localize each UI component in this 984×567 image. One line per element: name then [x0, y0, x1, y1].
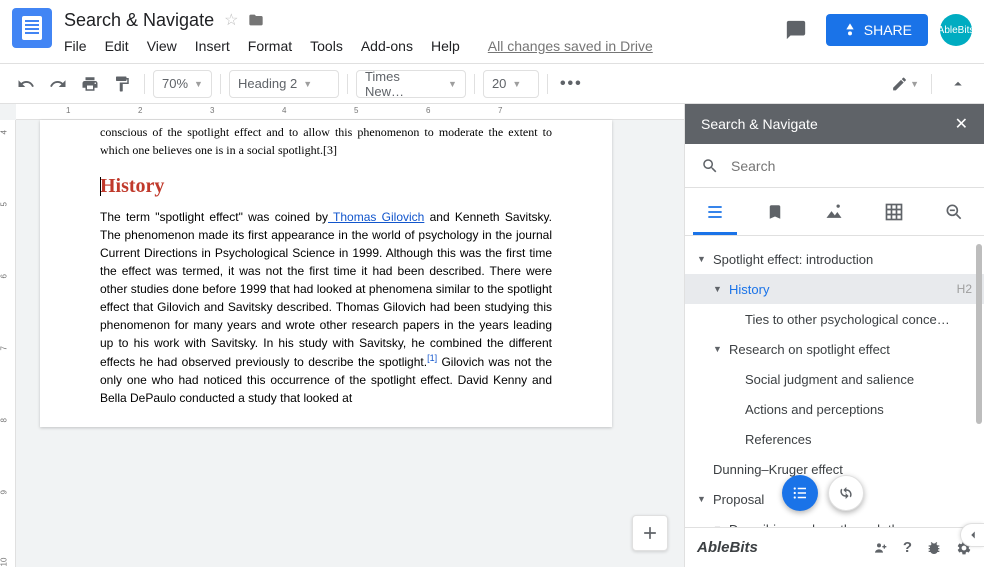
citation[interactable]: [1]: [427, 353, 437, 363]
body-text[interactable]: The term "spotlight effect" was coined b…: [100, 208, 552, 407]
outline-item[interactable]: ▼ Research on spotlight effect: [685, 334, 984, 364]
tab-headings[interactable]: [685, 188, 745, 235]
save-status[interactable]: All changes saved in Drive: [488, 38, 653, 54]
horizontal-ruler[interactable]: 1 2 3 4 5 6 7: [16, 104, 684, 120]
menu-edit[interactable]: Edit: [105, 38, 129, 54]
ruler-tick: 7: [498, 106, 502, 115]
heading-level: H2: [957, 282, 972, 296]
comments-button[interactable]: [778, 12, 814, 48]
outline-label: Actions and perceptions: [745, 402, 972, 417]
menu-file[interactable]: File: [64, 38, 87, 54]
outline-item[interactable]: ▼ Describing a plane through three …: [685, 514, 984, 527]
scrollbar-thumb[interactable]: [976, 244, 982, 424]
ruler-tick: 5: [0, 202, 9, 206]
ruler-tick: 6: [0, 274, 9, 278]
outline-label: History: [729, 282, 951, 297]
font-size-select[interactable]: 20▼: [483, 70, 539, 98]
ruler-tick: 1: [66, 106, 70, 115]
heading-history[interactable]: History: [100, 175, 552, 198]
document-title[interactable]: Search & Navigate: [64, 10, 214, 31]
editing-mode-button[interactable]: ▼: [891, 70, 919, 98]
menu-bar: File Edit View Insert Format Tools Add-o…: [64, 38, 778, 54]
sidebar-footer: AbleBits ?: [685, 527, 984, 567]
tab-tables[interactable]: [864, 188, 924, 235]
share-icon[interactable]: [873, 540, 889, 556]
zoom-select[interactable]: 70%▼: [153, 70, 212, 98]
paint-format-button[interactable]: [108, 70, 136, 98]
outline-label: Research on spotlight effect: [729, 342, 972, 357]
help-icon[interactable]: ?: [903, 539, 912, 556]
bug-icon[interactable]: [926, 540, 942, 556]
star-icon[interactable]: ☆: [224, 10, 238, 30]
tab-bookmarks[interactable]: [745, 188, 805, 235]
collapse-side-panel-button[interactable]: [960, 523, 984, 547]
outline-label: Describing a plane through three …: [729, 522, 972, 528]
explore-button[interactable]: [632, 515, 668, 551]
menu-insert[interactable]: Insert: [195, 38, 230, 54]
ruler-tick: 8: [0, 418, 9, 422]
document-canvas[interactable]: 1 2 3 4 5 6 7 4 5 6 7 8 9 10 conscious of the spotli…: [0, 104, 684, 567]
sidebar-tabs: [685, 188, 984, 236]
brand-label[interactable]: AbleBits: [697, 539, 758, 556]
search-icon: [701, 157, 719, 175]
fab-outline[interactable]: [782, 475, 818, 511]
menu-addons[interactable]: Add-ons: [361, 38, 413, 54]
addon-sidebar: Search & Navigate ✕: [684, 104, 984, 567]
share-button[interactable]: SHARE: [826, 14, 928, 46]
undo-button[interactable]: [12, 70, 40, 98]
outline-item[interactable]: References: [685, 424, 984, 454]
outline-label: Ties to other psychological conce…: [745, 312, 972, 327]
outline-label: Spotlight effect: introduction: [713, 252, 972, 267]
sidebar-header: Search & Navigate ✕: [685, 104, 984, 144]
caret-icon: ▼: [713, 344, 723, 354]
menu-tools[interactable]: Tools: [310, 38, 343, 54]
sidebar-search: [685, 144, 984, 188]
caret-icon: ▼: [697, 494, 707, 504]
tab-search[interactable]: [924, 188, 984, 235]
vertical-ruler[interactable]: 4 5 6 7 8 9 10: [0, 120, 16, 567]
docs-logo-icon[interactable]: [12, 8, 52, 48]
more-toolbar-button[interactable]: •••: [560, 75, 583, 93]
close-icon[interactable]: ✕: [955, 114, 968, 134]
document-page[interactable]: conscious of the spotlight effect and to…: [40, 120, 612, 427]
outline-item[interactable]: Ties to other psychological conce…: [685, 304, 984, 334]
menu-view[interactable]: View: [147, 38, 177, 54]
menu-help[interactable]: Help: [431, 38, 460, 54]
ruler-tick: 5: [354, 106, 358, 115]
body-text[interactable]: conscious of the spotlight effect and to…: [100, 120, 552, 159]
ruler-tick: 2: [138, 106, 142, 115]
caret-icon: ▼: [697, 254, 707, 264]
sidebar-title: Search & Navigate: [701, 116, 818, 132]
outline-item[interactable]: ▼ Spotlight effect: introduction: [685, 244, 984, 274]
outline-item[interactable]: ▼ History H2: [685, 274, 984, 304]
outline-item[interactable]: Social judgment and salience: [685, 364, 984, 394]
ruler-tick: 4: [0, 130, 9, 134]
ruler-tick: 3: [210, 106, 214, 115]
caret-icon: ▼: [713, 284, 723, 294]
font-select[interactable]: Times New…▼: [356, 70, 466, 98]
outline-item[interactable]: Actions and perceptions: [685, 394, 984, 424]
ruler-tick: 7: [0, 346, 9, 350]
ruler-tick: 10: [0, 558, 9, 567]
app-header: Search & Navigate ☆ File Edit View Inser…: [0, 0, 984, 64]
search-input[interactable]: [731, 158, 968, 174]
account-avatar[interactable]: AbleBits: [940, 14, 972, 46]
folder-icon[interactable]: [248, 12, 264, 28]
hide-sidebar-button[interactable]: [944, 70, 972, 98]
toolbar: 70%▼ Heading 2▼ Times New…▼ 20▼ ••• ▼: [0, 64, 984, 104]
ruler-tick: 9: [0, 490, 9, 494]
caret-icon: ▼: [713, 524, 723, 527]
outline-label: References: [745, 432, 972, 447]
outline-label: Social judgment and salience: [745, 372, 972, 387]
tab-images[interactable]: [805, 188, 865, 235]
link-gilovich[interactable]: Thomas Gilovich: [328, 210, 424, 224]
style-select[interactable]: Heading 2▼: [229, 70, 339, 98]
print-button[interactable]: [76, 70, 104, 98]
redo-button[interactable]: [44, 70, 72, 98]
menu-format[interactable]: Format: [248, 38, 292, 54]
fab-refresh[interactable]: [828, 475, 864, 511]
ruler-tick: 6: [426, 106, 430, 115]
ruler-tick: 4: [282, 106, 286, 115]
share-label: SHARE: [864, 22, 912, 38]
